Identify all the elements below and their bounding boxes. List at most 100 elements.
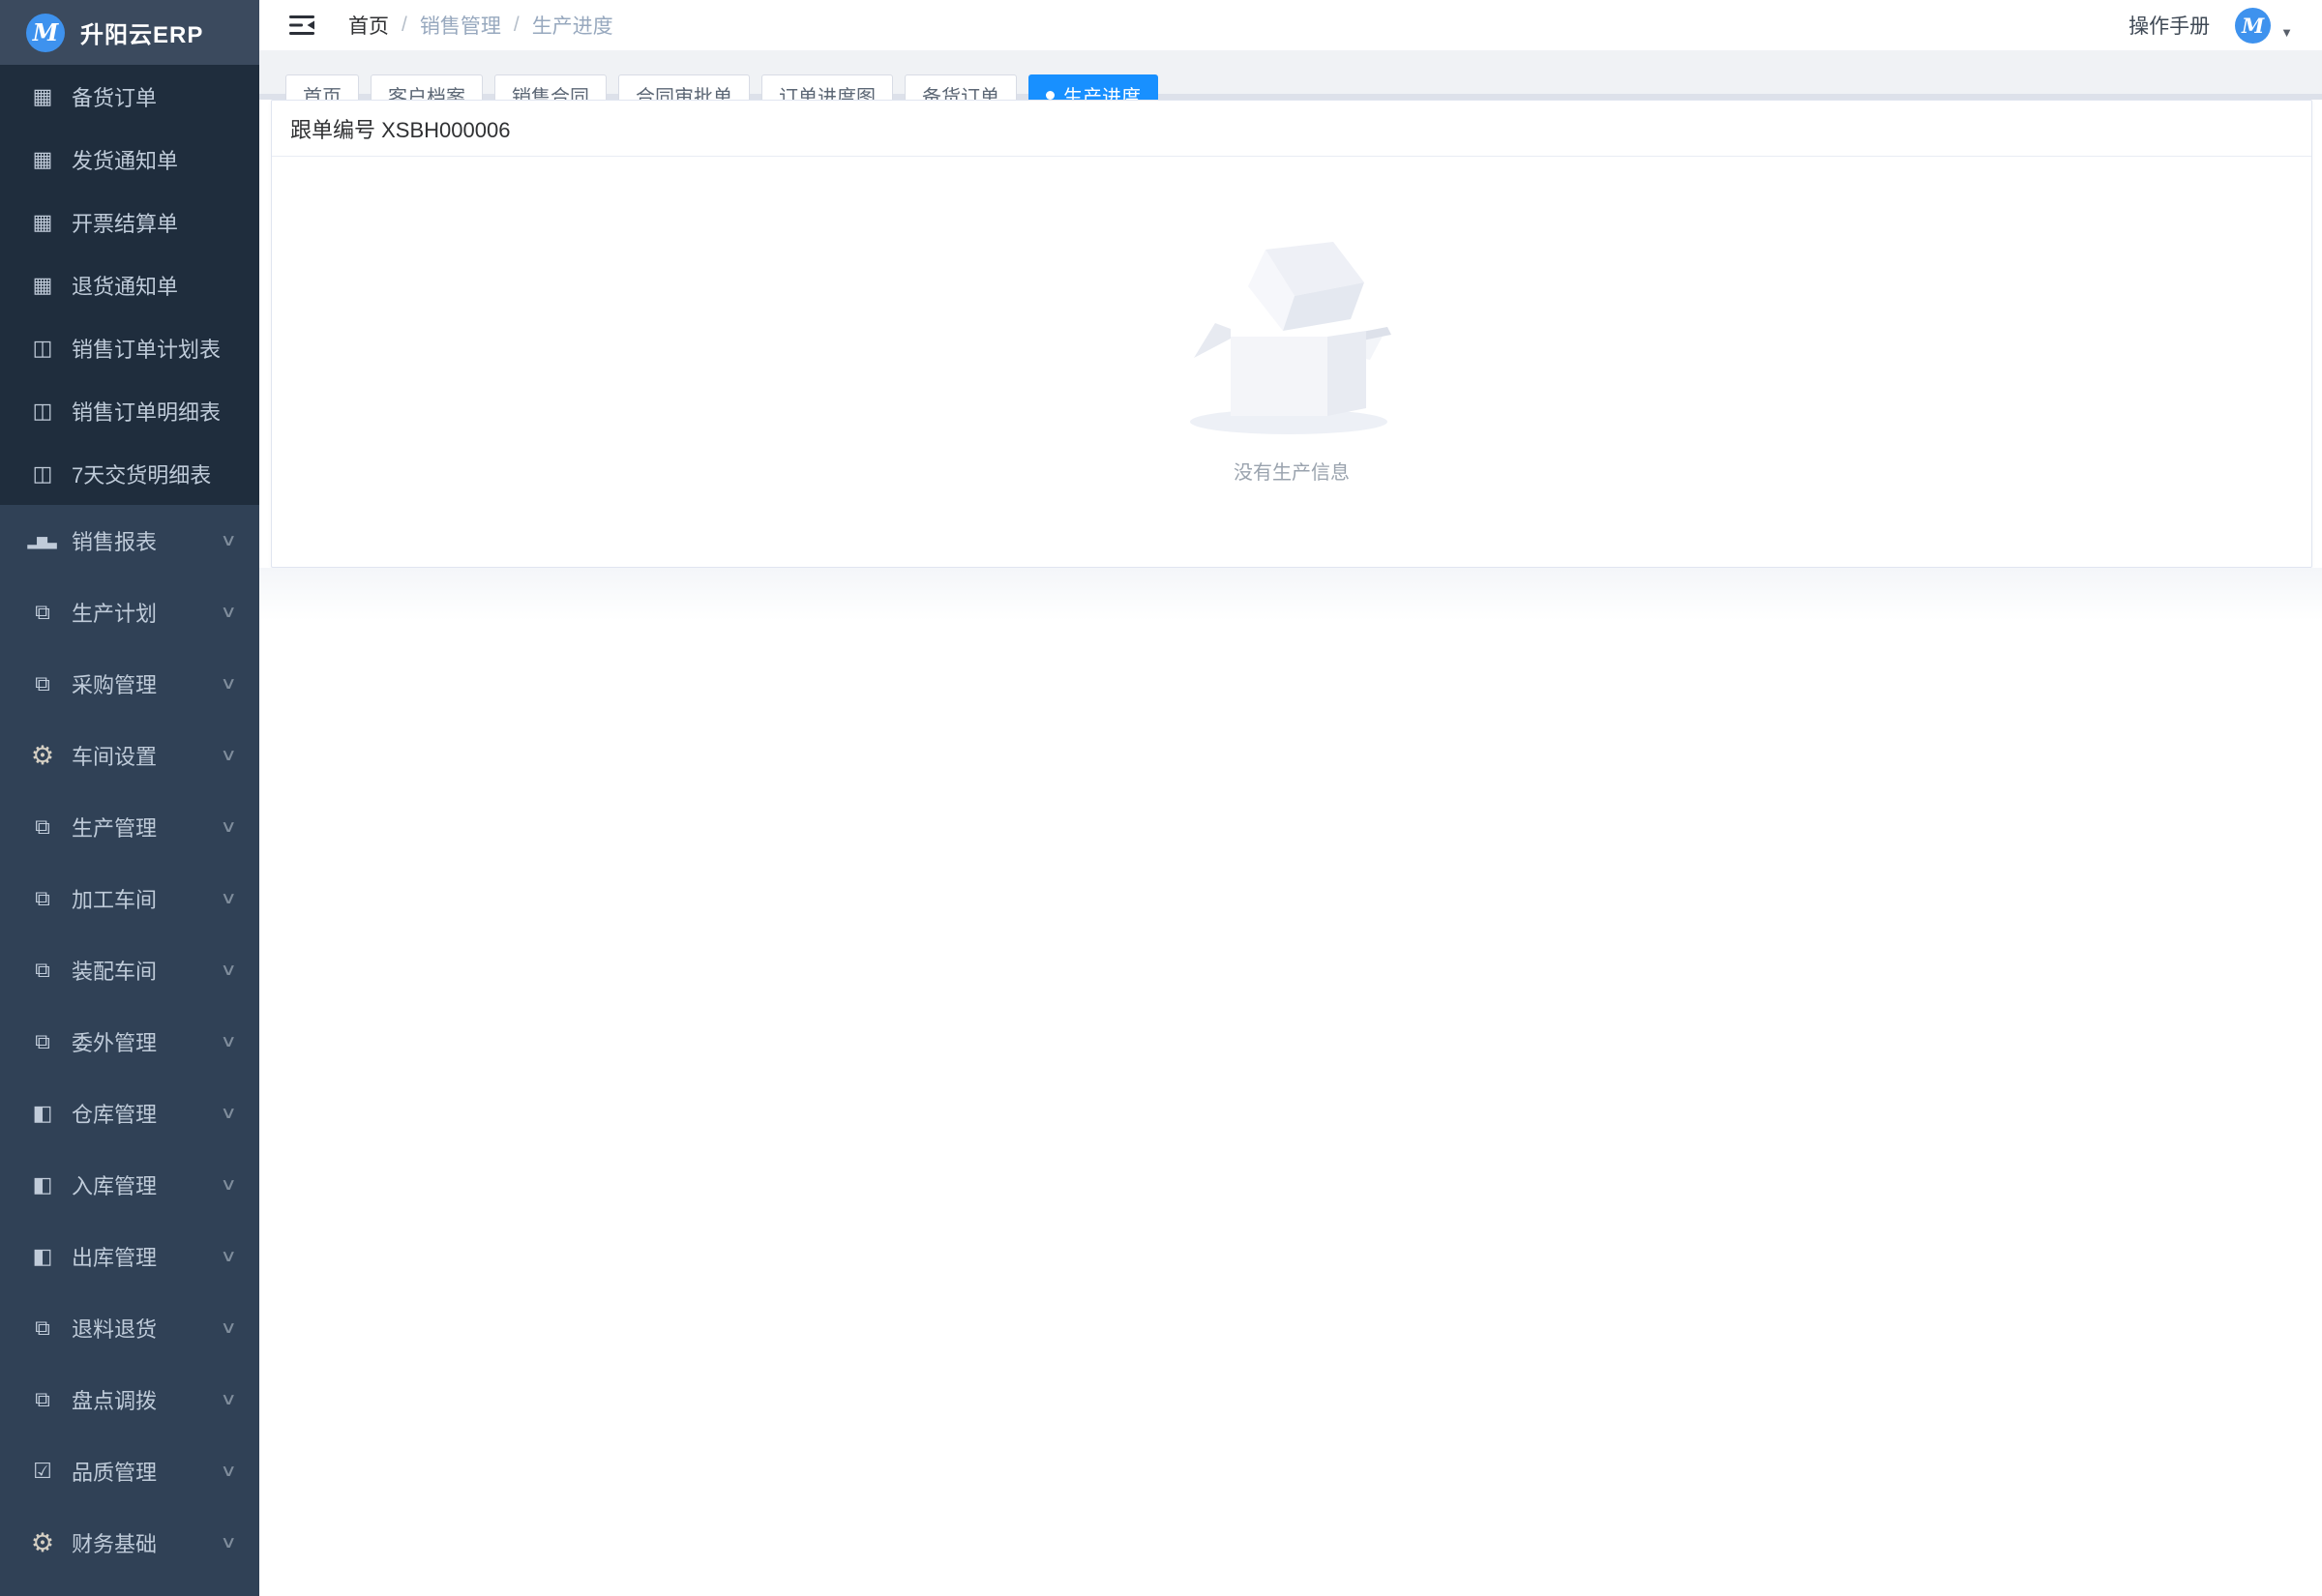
page-tab[interactable]: 生产进度 xyxy=(1028,74,1158,100)
sidebar-item-label: 盘点调拨 xyxy=(72,1384,157,1415)
panel-body: 没有生产信息 xyxy=(272,157,2311,567)
gear-icon: ⚙ xyxy=(27,741,56,771)
sidebar-menu-item[interactable]: ⧉ 加工车间 ∨ xyxy=(0,863,259,934)
chevron-down-icon: ∨ xyxy=(220,1462,236,1481)
sidebar-menu-item[interactable]: ▂▆▃ 销售报表 ∨ xyxy=(0,505,259,576)
sidebar-item-label: 加工车间 xyxy=(72,883,157,914)
sidebar-item-label: 销售报表 xyxy=(72,525,157,556)
sidebar-submenu-item[interactable]: ◫ 7天交货明细表 xyxy=(0,442,259,505)
table-icon: ▦ xyxy=(27,147,56,172)
sidebar-item-label: 品质管理 xyxy=(72,1456,157,1487)
breadcrumb-separator: / xyxy=(514,14,520,37)
sidebar-item-label: 开票结算单 xyxy=(72,207,178,238)
content-background xyxy=(259,568,2322,1596)
sidebar-menu-item[interactable]: ⧉ 装配车间 ∨ xyxy=(0,934,259,1006)
sidebar-item-label: 出库管理 xyxy=(72,1241,157,1272)
gear-icon: ⚙ xyxy=(27,1528,56,1558)
empty-state-message: 没有生产信息 xyxy=(1234,457,1350,485)
sidebar-item-label: 生产管理 xyxy=(72,812,157,842)
page-tab[interactable]: 首页 xyxy=(285,74,359,100)
top-header-bar: 首页 / 销售管理 / 生产进度 操作手册 M ▼ xyxy=(259,0,2322,50)
sidebar-menu-item[interactable]: ◧ 仓库管理 ∨ xyxy=(0,1078,259,1149)
page-tab-label: 首页 xyxy=(303,81,342,101)
chevron-down-icon: ∨ xyxy=(220,674,236,694)
chevron-down-icon: ∨ xyxy=(220,1533,236,1552)
chevron-down-icon: ∨ xyxy=(220,961,236,980)
sidebar-item-label: 财务基础 xyxy=(72,1527,157,1558)
sidebar-item-label: 退料退货 xyxy=(72,1313,157,1344)
copy-icon: ⧉ xyxy=(27,886,56,911)
sidebar-menu-item[interactable]: ⧉ 退料退货 ∨ xyxy=(0,1292,259,1364)
breadcrumb-item[interactable]: 销售管理 xyxy=(420,11,501,40)
sidebar-submenu-item[interactable]: ▦ 备货订单 xyxy=(0,65,259,128)
chevron-down-icon: ∨ xyxy=(220,1318,236,1338)
chevron-down-icon: ∨ xyxy=(220,1175,236,1195)
sidebar-expanded-submenu: ▦ 备货订单 ▦ 发货通知单 ▦ 开票结算单 ▦ xyxy=(0,65,259,505)
chevron-down-icon: ∨ xyxy=(220,817,236,837)
page-tab[interactable]: 合同审批单 xyxy=(618,74,750,100)
chevron-down-icon: ∨ xyxy=(220,1390,236,1409)
table-icon: ▦ xyxy=(27,84,56,109)
sidebar-menu-item[interactable]: ⚙ 财务基础 ∨ xyxy=(0,1507,259,1579)
sidebar-submenu-item[interactable]: ▦ 退货通知单 xyxy=(0,253,259,316)
page-tab-label: 订单进度图 xyxy=(779,81,876,101)
app-title: 升阳云ERP xyxy=(80,15,203,49)
table-icon: ▦ xyxy=(27,273,56,298)
menu-fold-icon[interactable] xyxy=(288,13,315,38)
header-right-group: 操作手册 M ▼ xyxy=(2128,8,2293,44)
page-tab[interactable]: 备货订单 xyxy=(905,74,1017,100)
main-area: 首页 / 销售管理 / 生产进度 操作手册 M ▼ 首页 xyxy=(259,0,2322,1596)
sidebar-item-label: 销售订单计划表 xyxy=(72,333,221,364)
page-tab[interactable]: 销售合同 xyxy=(494,74,607,100)
sidebar-menu-item[interactable]: ⧉ 委外管理 ∨ xyxy=(0,1006,259,1078)
sidebar-submenu-item[interactable]: ▦ 开票结算单 xyxy=(0,191,259,253)
sidebar-menu-item[interactable]: ⚙ 车间设置 ∨ xyxy=(0,720,259,791)
sidebar-menu-item[interactable]: ⧉ 盘点调拨 ∨ xyxy=(0,1364,259,1435)
copy-icon: ⧉ xyxy=(27,600,56,625)
page-tab-label: 合同审批单 xyxy=(636,81,732,101)
copy-icon: ⧉ xyxy=(27,958,56,983)
page-tab-label: 客户档案 xyxy=(388,81,465,101)
sidebar-submenu-item[interactable]: ◫ 销售订单计划表 xyxy=(0,316,259,379)
sidebar-menu: ▦ 备货订单 ▦ 发货通知单 ▦ 开票结算单 ▦ xyxy=(0,65,259,1596)
operation-manual-link[interactable]: 操作手册 xyxy=(2128,11,2210,40)
breadcrumb-item[interactable]: 首页 xyxy=(348,11,389,40)
sidebar-item-label: 装配车间 xyxy=(72,955,157,986)
page-tab[interactable]: 订单进度图 xyxy=(761,74,893,100)
chevron-down-icon: ∨ xyxy=(220,1032,236,1051)
sidebar-item-label: 备货订单 xyxy=(72,81,157,112)
page-tab-label: 销售合同 xyxy=(512,81,589,101)
erp-app-window: M 升阳云ERP ▦ 备货订单 ▦ 发货通知单 ▦ xyxy=(0,0,2322,1596)
copy-icon: ⧉ xyxy=(27,814,56,840)
breadcrumb: 首页 / 销售管理 / 生产进度 xyxy=(348,11,613,40)
sidebar-menu-item[interactable]: ◧ 出库管理 ∨ xyxy=(0,1221,259,1292)
app-logo-icon: M xyxy=(26,14,65,52)
copy-icon: ⧉ xyxy=(27,1387,56,1412)
sidebar-menu-item[interactable]: ⧉ 生产计划 ∨ xyxy=(0,576,259,648)
bar-chart-icon: ▂▆▃ xyxy=(27,533,56,549)
breadcrumb-item[interactable]: 生产进度 xyxy=(532,11,613,40)
book-icon: ◧ xyxy=(27,1244,56,1269)
chevron-down-icon: ∨ xyxy=(220,1247,236,1266)
sidebar-item-label: 7天交货明细表 xyxy=(72,458,211,489)
sidebar-item-label: 退货通知单 xyxy=(72,270,178,301)
sidebar: M 升阳云ERP ▦ 备货订单 ▦ 发货通知单 ▦ xyxy=(0,0,259,1596)
sidebar-menu-item[interactable]: ◧ 入库管理 ∨ xyxy=(0,1149,259,1221)
chevron-down-icon: ∨ xyxy=(220,889,236,908)
sidebar-submenu-item[interactable]: ◫ 销售订单明细表 xyxy=(0,379,259,442)
sidebar-item-label: 生产计划 xyxy=(72,597,157,628)
panel-title: 跟单编号 XSBH000006 xyxy=(272,101,2311,157)
sidebar-menu-item[interactable]: ⧉ 生产管理 ∨ xyxy=(0,791,259,863)
open-book-icon: ◫ xyxy=(27,336,56,361)
sidebar-logo-row: M 升阳云ERP xyxy=(0,0,259,65)
avatar-dropdown-caret-icon[interactable]: ▼ xyxy=(2280,25,2293,40)
open-book-icon: ◫ xyxy=(27,399,56,424)
sidebar-submenu-item[interactable]: ▦ 发货通知单 xyxy=(0,128,259,191)
page-tab[interactable]: 客户档案 xyxy=(371,74,483,100)
page-tab-strip: 首页 客户档案 销售合同 合同审批单 xyxy=(259,50,2322,100)
breadcrumb-separator: / xyxy=(402,14,407,37)
sidebar-menu-item[interactable]: ☑ 品质管理 ∨ xyxy=(0,1435,259,1507)
page-tab-label: 备货订单 xyxy=(922,81,999,101)
avatar[interactable]: M xyxy=(2235,8,2271,44)
sidebar-menu-item[interactable]: ⧉ 采购管理 ∨ xyxy=(0,648,259,720)
